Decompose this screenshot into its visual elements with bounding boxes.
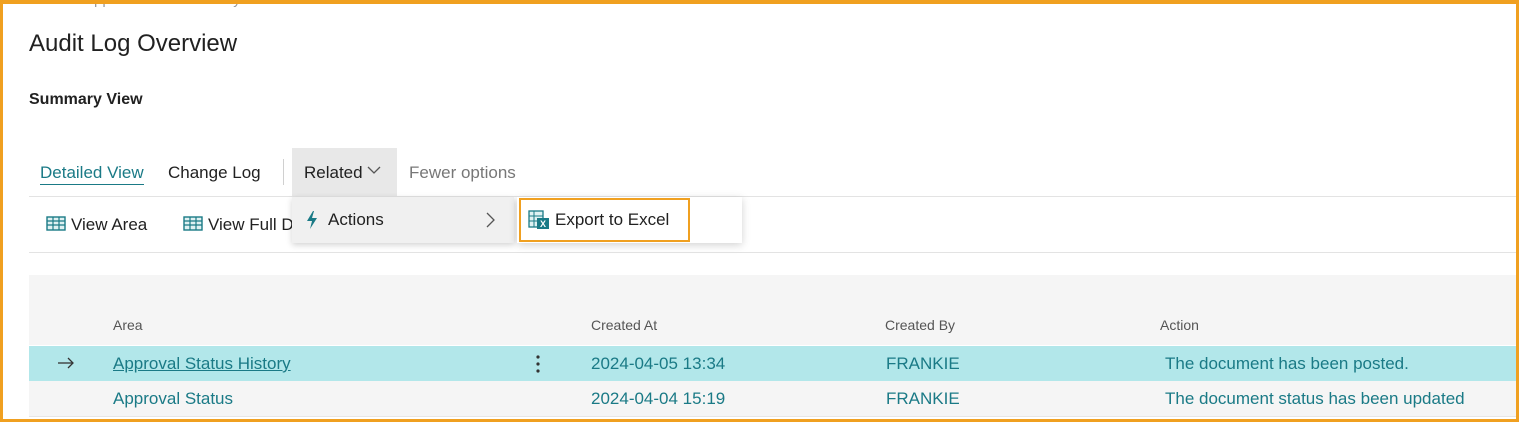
column-header-created-by[interactable]: Created By [885, 317, 955, 333]
created-at-cell: 2024-04-05 13:34 [591, 354, 726, 373]
action-bar: Detailed View Change Log Related Fewer o… [29, 148, 1516, 197]
excel-icon: X [528, 210, 549, 229]
tab-detailed-view[interactable]: Detailed View [40, 148, 144, 196]
column-header-area[interactable]: Area [113, 317, 143, 333]
actions-submenu: X Export to Excel [517, 197, 742, 243]
column-header-action[interactable]: Action [1160, 317, 1199, 333]
page-subtitle: Summary View [29, 91, 143, 108]
scrolled-header-text: Approval Status History [84, 0, 241, 8]
menu-item-actions-label: Actions [328, 210, 384, 229]
tab-related[interactable]: Related [292, 148, 397, 196]
action-bar-separator [283, 159, 284, 185]
fewer-options-button[interactable]: Fewer options [409, 148, 516, 196]
created-by-cell: FRANKIE [886, 389, 960, 408]
svg-text:X: X [540, 219, 546, 229]
action-cell: The document status has been updated [1165, 389, 1465, 408]
page-title: Audit Log Overview [29, 30, 238, 57]
created-by-cell: FRANKIE [886, 354, 960, 373]
lightning-icon [307, 211, 317, 229]
chevron-down-icon [367, 166, 381, 174]
tab-detailed-view-label: Detailed View [40, 163, 144, 185]
area-link[interactable]: Approval Status History [113, 346, 291, 381]
column-header-created-at[interactable]: Created At [591, 317, 657, 333]
action-cell: The document has been posted. [1165, 354, 1409, 373]
export-to-excel-button[interactable]: X Export to Excel [519, 198, 690, 242]
grid-header-area [29, 275, 1516, 345]
view-full-label: View Full D [208, 215, 294, 234]
sub-action-bar: View Area View Full D [29, 197, 1516, 253]
table-row[interactable]: Approval Status 2024-04-04 15:19 FRANKIE… [29, 381, 1516, 417]
row-arrow-icon [58, 357, 74, 369]
view-area-label: View Area [71, 215, 148, 234]
view-area-icon [46, 216, 66, 231]
view-full-icon [183, 216, 203, 231]
tab-related-label: Related [304, 163, 363, 182]
table-row[interactable]: Approval Status History 2024-04-05 13:34… [29, 346, 1516, 382]
tab-change-log[interactable]: Change Log [168, 148, 261, 196]
view-area-button[interactable]: View Area [46, 197, 186, 252]
menu-item-actions[interactable]: Actions [292, 197, 514, 243]
area-link[interactable]: Approval Status [113, 381, 233, 416]
created-at-cell: 2024-04-04 15:19 [591, 389, 726, 408]
export-to-excel-label: Export to Excel [555, 210, 670, 229]
chevron-right-icon [486, 212, 495, 228]
more-options-icon[interactable] [534, 353, 542, 375]
